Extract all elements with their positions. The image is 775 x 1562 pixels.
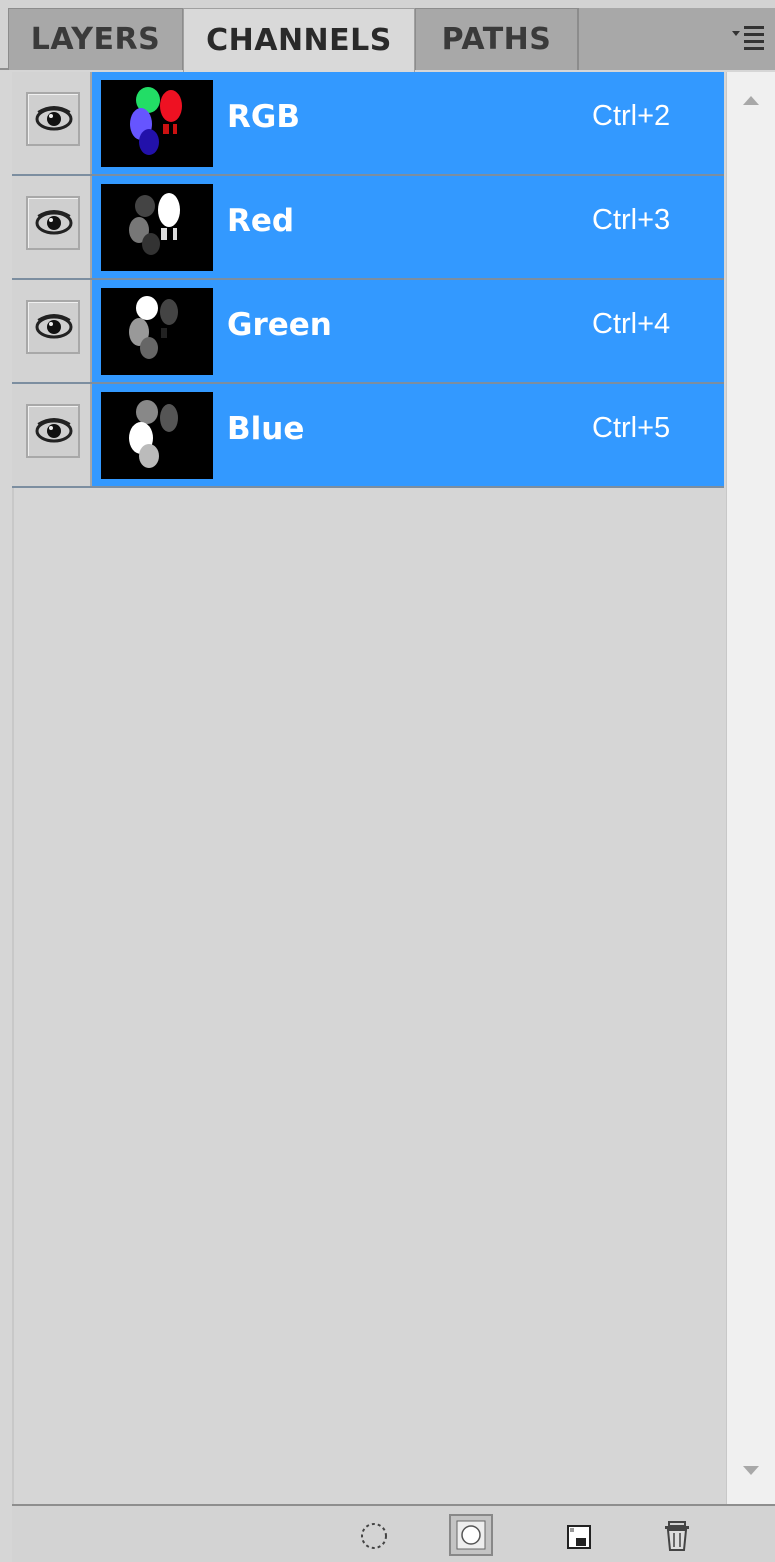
visibility-cell — [12, 176, 92, 278]
channel-name-red: Red — [227, 203, 295, 239]
scroll-down-arrow-icon[interactable] — [743, 1466, 759, 1475]
channel-list: RGB Ctrl+2 Red Ctrl+3 Green Ctrl+4 Blue … — [12, 72, 724, 488]
tab-channels[interactable]: CHANNELS — [183, 8, 415, 72]
channel-row-red[interactable]: Red Ctrl+3 — [12, 176, 724, 280]
scroll-up-arrow-icon[interactable] — [743, 96, 759, 105]
channel-name-green: Green — [227, 307, 332, 343]
channel-shortcut-green: Ctrl+4 — [592, 308, 671, 340]
panel-menu-icon[interactable] — [731, 20, 767, 54]
eye-icon[interactable] — [26, 196, 80, 250]
panel-footer-toolbar — [12, 1504, 775, 1562]
save-selection-as-channel-icon[interactable] — [449, 1514, 493, 1556]
visibility-cell — [12, 72, 92, 174]
panel-tab-bar: LAYERS CHANNELS PATHS — [0, 0, 775, 72]
channel-name-rgb: RGB — [227, 99, 300, 135]
channel-row-blue[interactable]: Blue Ctrl+5 — [12, 384, 724, 488]
channel-thumbnail-blue — [101, 392, 213, 479]
eye-icon[interactable] — [26, 92, 80, 146]
tab-channels-label: CHANNELS — [206, 23, 392, 58]
visibility-cell — [12, 384, 92, 486]
delete-channel-icon[interactable] — [657, 1516, 697, 1556]
channel-name-blue: Blue — [227, 411, 305, 447]
tab-paths[interactable]: PATHS — [415, 8, 578, 70]
channel-shortcut-rgb: Ctrl+2 — [592, 100, 671, 132]
eye-icon[interactable] — [26, 300, 80, 354]
tab-paths-label: PATHS — [441, 22, 552, 57]
vertical-scrollbar[interactable] — [726, 72, 775, 1504]
channel-row-green[interactable]: Green Ctrl+4 — [12, 280, 724, 384]
new-channel-icon[interactable] — [558, 1516, 598, 1556]
tab-layers-label: LAYERS — [30, 22, 161, 57]
channel-row-rgb[interactable]: RGB Ctrl+2 — [12, 72, 724, 176]
visibility-cell — [12, 280, 92, 382]
load-channel-as-selection-icon[interactable] — [354, 1516, 394, 1556]
channel-thumbnail-green — [101, 288, 213, 375]
eye-icon[interactable] — [26, 404, 80, 458]
channel-shortcut-red: Ctrl+3 — [592, 204, 671, 236]
channel-shortcut-blue: Ctrl+5 — [592, 412, 671, 444]
tab-layers[interactable]: LAYERS — [8, 8, 183, 70]
channel-thumbnail-rgb — [101, 80, 213, 167]
channel-thumbnail-red — [101, 184, 213, 271]
